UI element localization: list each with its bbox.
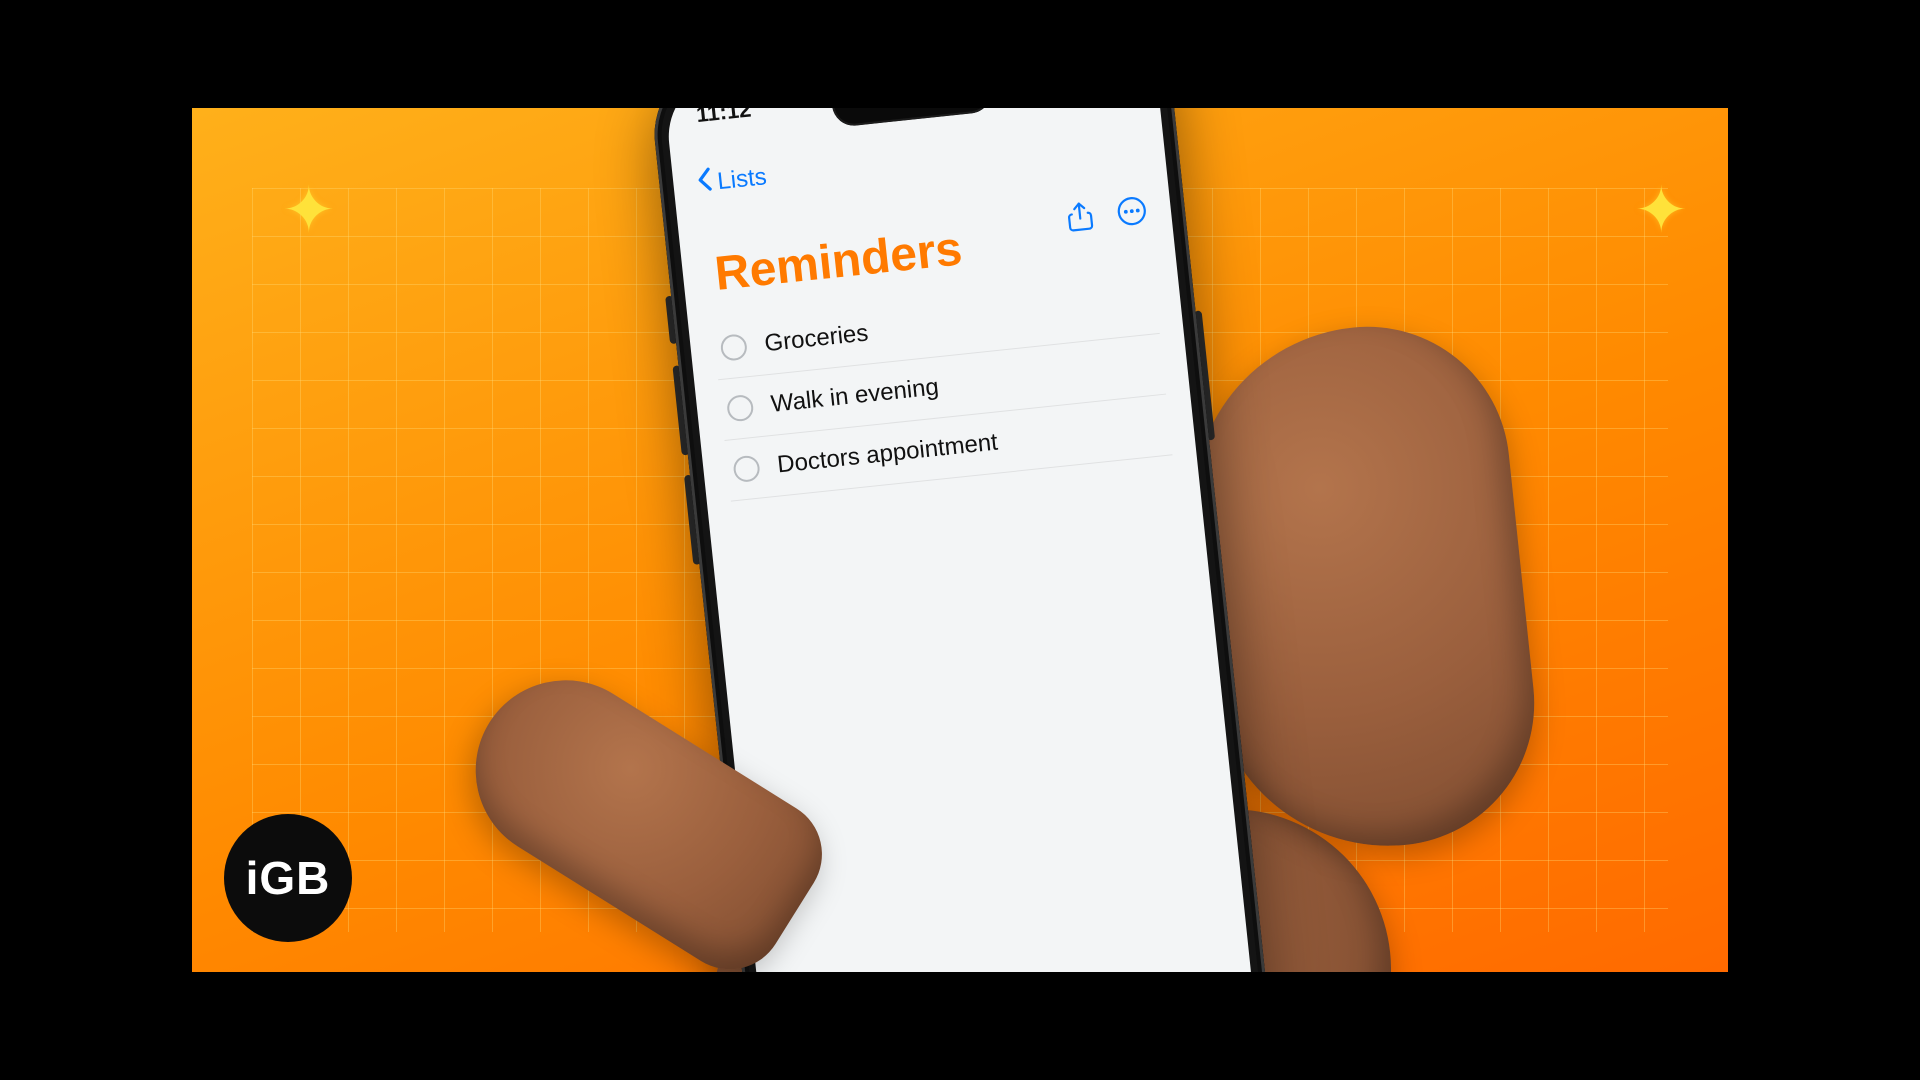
share-icon (1066, 200, 1095, 233)
reminder-label: Groceries (763, 320, 869, 359)
back-button[interactable]: Lists (696, 161, 768, 199)
ellipsis-circle-icon (1115, 194, 1148, 227)
reminder-label: Doctors appointment (776, 429, 999, 480)
chevron-left-icon (696, 167, 715, 200)
dynamic-island (830, 108, 994, 128)
checkbox-empty-icon[interactable] (720, 333, 749, 362)
logo-text: iGB (246, 851, 331, 905)
igb-logo: iGB (224, 814, 352, 942)
reminder-label: Walk in evening (770, 374, 941, 419)
checkbox-empty-icon[interactable] (726, 394, 755, 423)
back-label: Lists (716, 163, 768, 196)
reminders-list: Groceries Walk in evening Doctors appoin… (712, 273, 1173, 501)
page-title: Reminders (712, 222, 964, 303)
share-button[interactable] (1066, 200, 1095, 233)
sparkle-icon: ✦ (282, 178, 336, 242)
navigation-bar: Lists (672, 120, 1165, 202)
checkbox-empty-icon[interactable] (732, 455, 761, 484)
more-button[interactable] (1115, 194, 1148, 227)
sparkle-icon: ✦ (1634, 178, 1688, 242)
statusbar-time: 11:12 (695, 108, 752, 128)
promo-canvas: ✦ ✦ 11:12 (192, 108, 1728, 972)
